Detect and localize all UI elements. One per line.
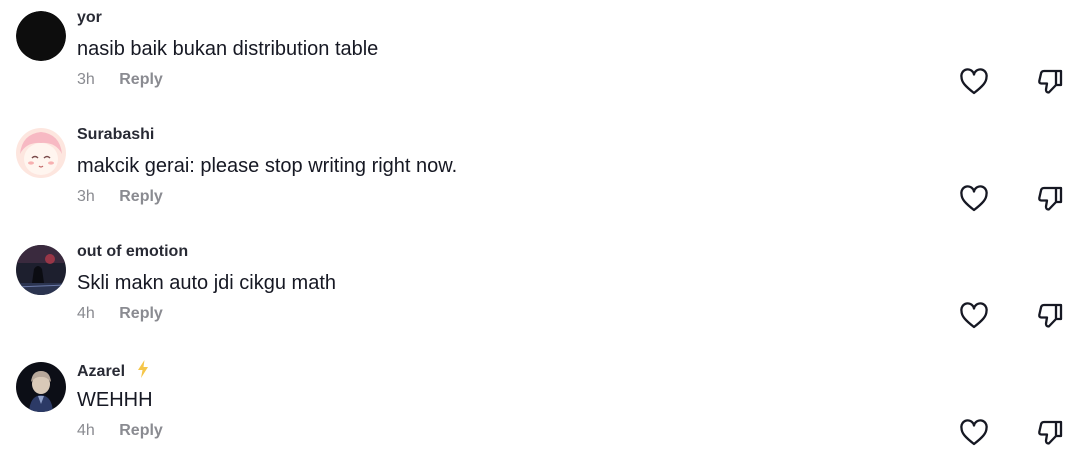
comment-item: Surabashi makcik gerai: please stop writ… bbox=[0, 117, 1080, 234]
heart-icon[interactable] bbox=[959, 419, 989, 447]
thumbs-down-icon[interactable] bbox=[1036, 302, 1066, 330]
avatar[interactable] bbox=[16, 245, 66, 295]
avatar[interactable] bbox=[16, 11, 66, 61]
comment-meta: 4h Reply bbox=[77, 305, 163, 323]
reply-button[interactable]: Reply bbox=[119, 305, 163, 322]
reply-button[interactable]: Reply bbox=[119, 188, 163, 205]
comment-text: Skli makn auto jdi cikgu math bbox=[77, 272, 337, 294]
heart-icon[interactable] bbox=[959, 68, 989, 96]
comment-item: yor nasib baik bukan distribution table … bbox=[0, 0, 1080, 117]
avatar[interactable] bbox=[16, 128, 66, 178]
comment-meta: 4h Reply bbox=[77, 422, 163, 440]
reply-button[interactable]: Reply bbox=[119, 71, 163, 88]
comment-username[interactable]: Azarel bbox=[77, 360, 149, 383]
avatar[interactable] bbox=[16, 362, 66, 412]
thumbs-down-icon[interactable] bbox=[1036, 185, 1066, 213]
reply-button[interactable]: Reply bbox=[119, 422, 163, 439]
comment-time: 4h bbox=[77, 422, 95, 439]
comment-text: nasib baik bukan distribution table bbox=[77, 38, 379, 60]
heart-icon[interactable] bbox=[959, 185, 989, 213]
comment-time: 4h bbox=[77, 305, 95, 322]
comment-meta: 3h Reply bbox=[77, 71, 163, 89]
comment-time: 3h bbox=[77, 188, 95, 205]
comment-username[interactable]: Surabashi bbox=[77, 126, 154, 144]
comment-username[interactable]: out of emotion bbox=[77, 243, 188, 261]
comment-time: 3h bbox=[77, 71, 95, 88]
thumbs-down-icon[interactable] bbox=[1036, 419, 1066, 447]
comment-text: WEHHH bbox=[77, 389, 153, 411]
comment-text: makcik gerai: please stop writing right … bbox=[77, 155, 458, 177]
thumbs-down-icon[interactable] bbox=[1036, 68, 1066, 96]
comment-username[interactable]: yor bbox=[77, 9, 102, 27]
comment-item: out of emotion Skli makn auto jdi cikgu … bbox=[0, 234, 1080, 351]
comment-item: Azarel WEHHH 4h Reply bbox=[0, 351, 1080, 468]
lightning-icon bbox=[137, 360, 149, 383]
heart-icon[interactable] bbox=[959, 302, 989, 330]
comment-meta: 3h Reply bbox=[77, 188, 163, 206]
